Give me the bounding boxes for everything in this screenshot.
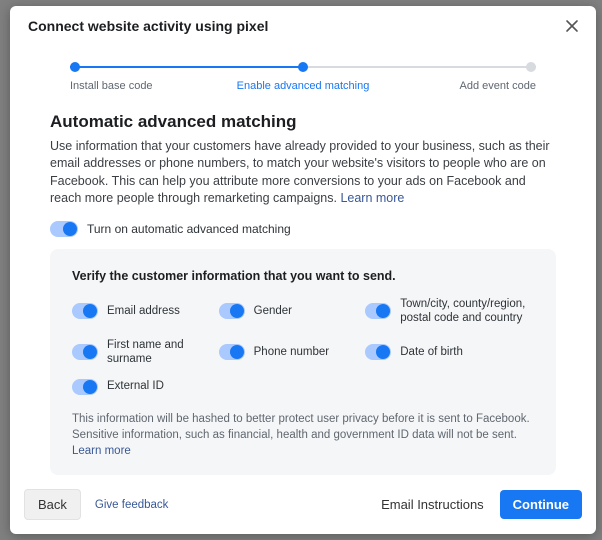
learn-more-link[interactable]: Learn more bbox=[340, 191, 404, 205]
toggle-dob[interactable] bbox=[365, 344, 391, 360]
option-phone: Phone number bbox=[219, 338, 360, 367]
option-location: Town/city, county/region, postal code an… bbox=[365, 297, 534, 326]
modal-body: Install base code Enable advanced matchi… bbox=[10, 42, 596, 479]
pixel-setup-modal: Connect website activity using pixel Ins… bbox=[10, 6, 596, 534]
back-button[interactable]: Back bbox=[24, 489, 81, 520]
section-heading: Automatic advanced matching bbox=[50, 112, 556, 132]
card-note: This information will be hashed to bette… bbox=[72, 411, 534, 459]
option-label: First name and surname bbox=[107, 338, 213, 367]
section-description: Use information that your customers have… bbox=[50, 138, 556, 207]
continue-button[interactable]: Continue bbox=[500, 490, 582, 519]
modal-title: Connect website activity using pixel bbox=[28, 18, 268, 34]
option-label: Email address bbox=[107, 304, 180, 318]
modal-footer: Back Give feedback Email Instructions Co… bbox=[10, 479, 596, 534]
option-dob: Date of birth bbox=[365, 338, 534, 367]
advanced-matching-toggle-label: Turn on automatic advanced matching bbox=[87, 222, 291, 236]
description-text: Use information that your customers have… bbox=[50, 139, 550, 205]
footer-right: Email Instructions Continue bbox=[381, 490, 582, 519]
close-icon[interactable] bbox=[564, 18, 580, 34]
options-grid: Email address Gender Town/city, county/r… bbox=[72, 297, 534, 395]
step-label: Install base code bbox=[70, 80, 153, 92]
step-enable-advanced-matching: Enable advanced matching bbox=[243, 58, 363, 92]
note-learn-more-link[interactable]: Learn more bbox=[72, 445, 131, 457]
toggle-gender[interactable] bbox=[219, 303, 245, 319]
footer-left: Back Give feedback bbox=[24, 489, 168, 520]
verify-info-card: Verify the customer information that you… bbox=[50, 249, 556, 475]
step-dot bbox=[70, 62, 80, 72]
option-external-id: External ID bbox=[72, 379, 213, 395]
advanced-matching-toggle[interactable] bbox=[50, 221, 78, 237]
step-dot bbox=[526, 62, 536, 72]
progress-stepper: Install base code Enable advanced matchi… bbox=[70, 58, 536, 98]
option-label: External ID bbox=[107, 379, 164, 393]
toggle-location[interactable] bbox=[365, 303, 391, 319]
step-install-base-code: Install base code bbox=[70, 58, 170, 92]
card-note-text: This information will be hashed to bette… bbox=[72, 413, 530, 441]
option-label: Town/city, county/region, postal code an… bbox=[400, 297, 534, 326]
step-label: Enable advanced matching bbox=[237, 80, 370, 92]
modal-header: Connect website activity using pixel bbox=[10, 6, 596, 42]
option-gender: Gender bbox=[219, 297, 360, 326]
option-email: Email address bbox=[72, 297, 213, 326]
email-instructions-button[interactable]: Email Instructions bbox=[381, 497, 484, 512]
step-add-event-code: Add event code bbox=[436, 58, 536, 92]
toggle-name[interactable] bbox=[72, 344, 98, 360]
main-toggle-row: Turn on automatic advanced matching bbox=[50, 221, 556, 237]
toggle-email[interactable] bbox=[72, 303, 98, 319]
option-name: First name and surname bbox=[72, 338, 213, 367]
verify-info-title: Verify the customer information that you… bbox=[72, 269, 534, 283]
option-label: Phone number bbox=[254, 345, 329, 359]
step-dot bbox=[298, 62, 308, 72]
give-feedback-link[interactable]: Give feedback bbox=[95, 499, 169, 511]
step-label: Add event code bbox=[460, 80, 536, 92]
toggle-external-id[interactable] bbox=[72, 379, 98, 395]
option-label: Gender bbox=[254, 304, 292, 318]
option-label: Date of birth bbox=[400, 345, 463, 359]
toggle-phone[interactable] bbox=[219, 344, 245, 360]
